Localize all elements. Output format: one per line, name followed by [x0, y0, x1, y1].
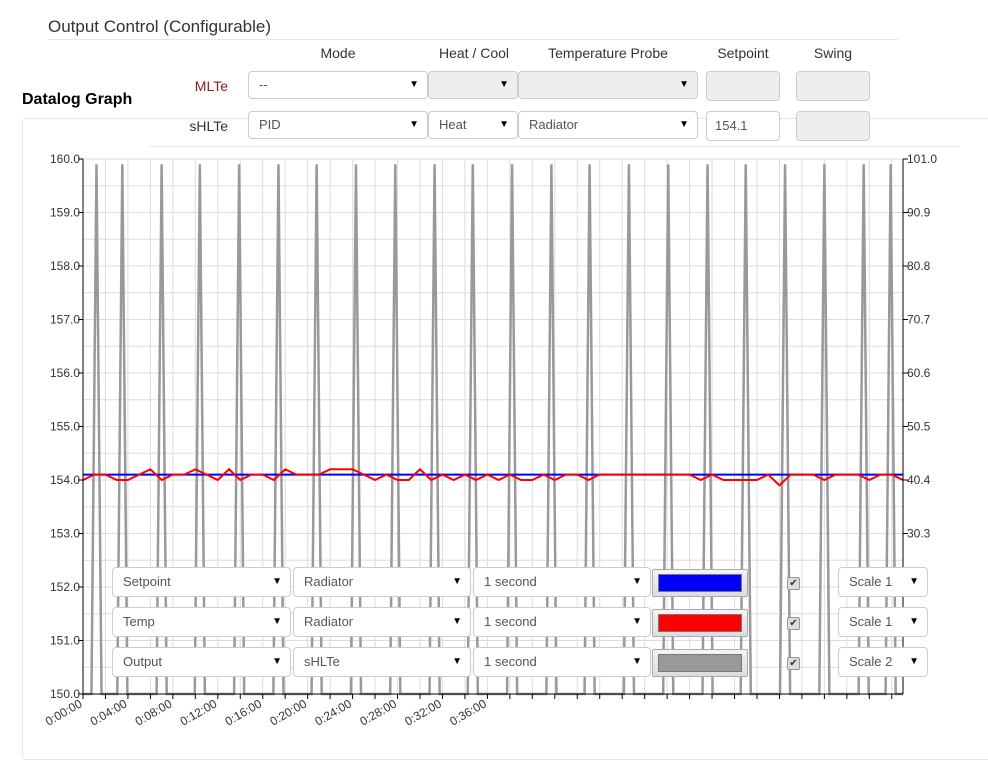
dropdown-arrow-icon: ▼ [452, 616, 462, 627]
x-tick-label: 0:08:00 [133, 696, 175, 728]
y-right-tick-label: 50.5 [907, 420, 931, 434]
series-source-select[interactable]: Radiator ▼ [293, 607, 471, 637]
series-type-select[interactable]: Output ▼ [112, 647, 291, 677]
series-interval-select[interactable]: 1 second ▼ [473, 567, 651, 597]
dropdown-arrow-icon: ▼ [452, 576, 462, 587]
series-interval-value: 1 second [484, 654, 537, 669]
y-left-tick-label: 152.0 [50, 580, 80, 594]
x-tick-label: 0:36:00 [447, 696, 489, 728]
dropdown-arrow-icon: ▼ [632, 656, 642, 667]
series-source-value: sHLTe [304, 654, 340, 669]
y-right-tick-label: 90.9 [907, 206, 931, 220]
series-scale-value: Scale 1 [849, 574, 893, 589]
x-tick-label: 0:16:00 [223, 696, 265, 728]
series-scale-value: Scale 1 [849, 614, 893, 629]
series-scale-value: Scale 2 [849, 654, 893, 669]
y-left-tick-label: 151.0 [50, 634, 80, 648]
x-tick-label: 0:04:00 [88, 696, 130, 728]
dropdown-arrow-icon: ▼ [632, 576, 642, 587]
series-interval-select[interactable]: 1 second ▼ [473, 607, 651, 637]
series-visible-checkbox[interactable]: ✔ [787, 657, 800, 670]
x-tick-label: 0:12:00 [178, 696, 220, 728]
series-source-value: Radiator [304, 614, 354, 629]
series-source-select[interactable]: Radiator ▼ [293, 567, 471, 597]
series-interval-value: 1 second [484, 614, 537, 629]
y-left-tick-label: 160.0 [50, 152, 80, 166]
y-right-tick-label: 60.6 [907, 366, 931, 380]
series-scale-select[interactable]: Scale 2 ▼ [838, 647, 928, 677]
dropdown-arrow-icon: ▼ [909, 616, 919, 627]
dropdown-arrow-icon: ▼ [632, 616, 642, 627]
series-type-select[interactable]: Temp ▼ [112, 607, 291, 637]
series-color-picker[interactable] [652, 609, 748, 637]
dropdown-arrow-icon: ▼ [272, 616, 282, 627]
dropdown-arrow-icon: ▼ [272, 576, 282, 587]
temp-series-line [82, 467, 904, 487]
series-type-select[interactable]: Setpoint ▼ [112, 567, 291, 597]
y-left-tick-label: 155.0 [50, 420, 80, 434]
x-tick-label: 0:28:00 [357, 696, 399, 728]
series-scale-select[interactable]: Scale 1 ▼ [838, 607, 928, 637]
y-left-tick-label: 154.0 [50, 473, 80, 487]
series-color-picker[interactable] [652, 649, 748, 677]
series-visible-checkbox[interactable]: ✔ [787, 617, 800, 630]
series-source-select[interactable]: sHLTe ▼ [293, 647, 471, 677]
y-right-tick-label: 70.7 [907, 313, 931, 327]
series-type-value: Output [123, 654, 163, 669]
y-right-tick-label: 101.0 [907, 152, 937, 166]
series-scale-select[interactable]: Scale 1 ▼ [838, 567, 928, 597]
y-right-tick-label: 40.4 [907, 473, 931, 487]
y-left-tick-label: 156.0 [50, 366, 80, 380]
x-tick-label: 0:32:00 [402, 696, 444, 728]
dropdown-arrow-icon: ▼ [909, 576, 919, 587]
color-swatch [658, 574, 742, 592]
x-tick-label: 0:20:00 [267, 696, 309, 728]
y-left-tick-label: 158.0 [50, 259, 80, 273]
x-tick-label: 0:00:00 [43, 696, 85, 728]
y-left-tick-label: 153.0 [50, 527, 80, 541]
dropdown-arrow-icon: ▼ [272, 656, 282, 667]
series-type-value: Setpoint [123, 574, 171, 589]
series-visible-checkbox[interactable]: ✔ [787, 577, 800, 590]
series-source-value: Radiator [304, 574, 354, 589]
series-interval-select[interactable]: 1 second ▼ [473, 647, 651, 677]
y-right-tick-label: 80.8 [907, 259, 931, 273]
dropdown-arrow-icon: ▼ [452, 656, 462, 667]
y-left-tick-label: 157.0 [50, 313, 80, 327]
y-right-tick-label: 30.3 [907, 527, 931, 541]
color-swatch [658, 654, 742, 672]
series-interval-value: 1 second [484, 574, 537, 589]
color-swatch [658, 614, 742, 632]
x-tick-label: 0:24:00 [312, 696, 354, 728]
y-left-tick-label: 159.0 [50, 206, 80, 220]
series-type-value: Temp [123, 614, 155, 629]
series-color-picker[interactable] [652, 569, 748, 597]
dropdown-arrow-icon: ▼ [909, 656, 919, 667]
